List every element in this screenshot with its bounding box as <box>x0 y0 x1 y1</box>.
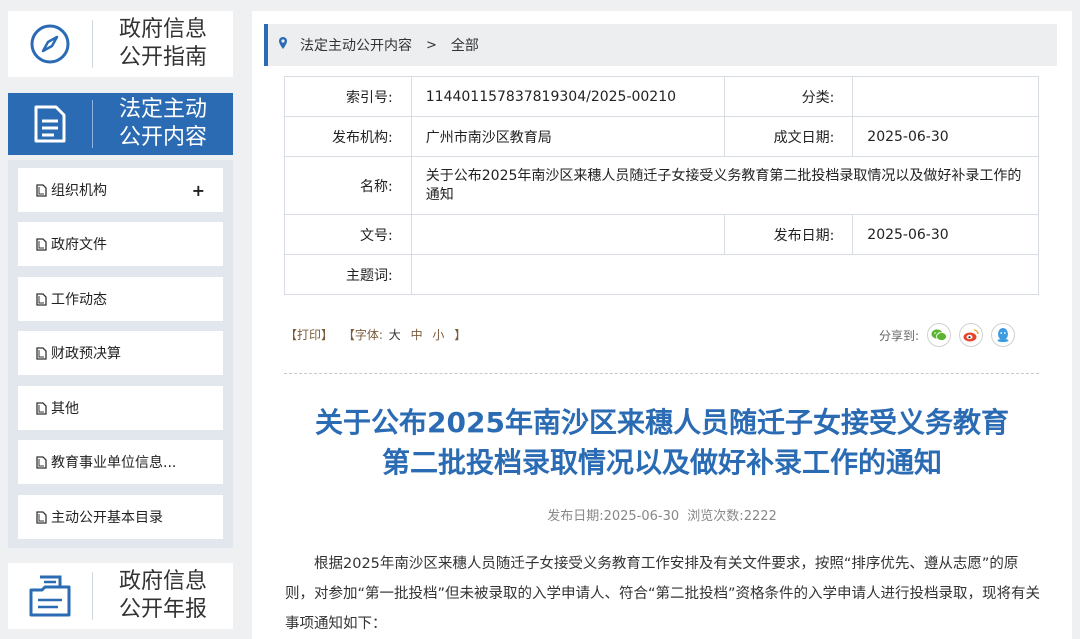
main-content: 法定主动公开内容 > 全部 索引号: 114401157837819304/20… <box>252 11 1072 639</box>
divider-dashed <box>284 373 1039 374</box>
article-body-paragraph: 根据2025年南沙区来穗人员随迁子女接受义务教育工作安排及有关文件要求，按照“排… <box>285 556 1041 632</box>
article-title-line1: 关于公布2025年南沙区来穗人员随迁子女接受义务教育 <box>315 406 1009 439</box>
share-bar: 分享到: <box>879 323 1016 347</box>
article-title: 关于公布2025年南沙区来穗人员随迁子女接受义务教育 第二批投档录取情况以及做好… <box>272 403 1052 483</box>
location-pin-icon <box>278 36 288 54</box>
breadcrumb-link-statutory[interactable]: 法定主动公开内容 <box>300 35 412 55</box>
article-tools: 【打印】 【字体: 大 中 小 】 <box>285 326 472 343</box>
pub-date-label: 发布日期: <box>547 509 604 524</box>
category-value <box>852 76 1039 117</box>
page-icon <box>36 183 47 197</box>
created-date-label: 成文日期: <box>723 116 854 157</box>
submenu-item-work-news[interactable]: 工作动态 <box>18 277 223 321</box>
document-metadata-table: 索引号: 114401157837819304/2025-00210 分类: 发… <box>284 76 1040 295</box>
views-count: 2222 <box>743 509 777 524</box>
submenu-item-label: 教育事业单位信息... <box>51 455 177 471</box>
font-size-prefix: 【字体: <box>342 328 383 342</box>
breadcrumb-separator: > <box>426 37 437 53</box>
page-icon <box>36 346 47 360</box>
submenu-item-other[interactable]: 其他 <box>18 386 223 430</box>
index-value: 114401157837819304/2025-00210 <box>410 76 725 117</box>
page-icon <box>36 237 47 251</box>
submenu-item-label: 工作动态 <box>51 292 107 308</box>
report-folder-icon <box>8 563 92 629</box>
subject-value <box>410 254 1040 295</box>
submenu-item-gov-documents[interactable]: 政府文件 <box>18 222 223 266</box>
name-value: 关于公布2025年南沙区来穗人员随迁子女接受义务教育第二批投档录取情况以及做好补… <box>410 156 1040 215</box>
submenu-item-organization[interactable]: 组织机构 + <box>18 168 223 212</box>
docno-label: 文号: <box>284 214 412 255</box>
pubdate-label: 发布日期: <box>723 214 854 255</box>
submenu-item-directory[interactable]: 主动公开基本目录 <box>18 495 223 539</box>
submenu-item-label: 其他 <box>51 401 79 417</box>
font-size-suffix: 】 <box>454 328 467 342</box>
wechat-icon[interactable] <box>927 323 952 347</box>
subject-label: 主题词: <box>284 254 412 295</box>
page-icon <box>36 455 47 469</box>
weibo-icon[interactable] <box>959 323 984 347</box>
breadcrumb-current[interactable]: 全部 <box>451 35 479 55</box>
nav-card-label: 政府信息 公开年报 <box>118 569 207 622</box>
docno-value <box>410 214 725 255</box>
submenu-item-label: 政府文件 <box>51 237 107 253</box>
page-icon <box>36 292 47 306</box>
views-label: 浏览次数: <box>687 509 744 524</box>
submenu-item-budget[interactable]: 财政预决算 <box>18 331 223 375</box>
publisher-value: 广州市南沙区教育局 <box>410 116 725 157</box>
name-label: 名称: <box>284 156 412 215</box>
nav-card-guide[interactable]: 政府信息 公开指南 <box>8 11 233 77</box>
article-title-line2: 第二批投档录取情况以及做好补录工作的通知 <box>381 446 942 479</box>
created-date-value: 2025-06-30 <box>852 116 1039 157</box>
submenu-item-label: 主动公开基本目录 <box>51 510 163 526</box>
submenu-item-label: 组织机构 <box>51 183 107 199</box>
sidebar: 政府信息 公开指南 法定主动 公开内容 组织机构 + 政府文件 工作动态 财政预… <box>0 0 245 639</box>
publisher-label: 发布机构: <box>284 116 412 157</box>
document-list-icon <box>8 93 92 155</box>
page-icon <box>36 401 47 415</box>
page-icon <box>36 510 47 524</box>
article-pubinfo: 发布日期:2025-06-30 浏览次数:2222 <box>252 505 1072 524</box>
pub-date-value: 2025-06-30 <box>603 509 680 524</box>
font-large-link[interactable]: 大 <box>389 328 401 342</box>
submenu-item-label: 财政预决算 <box>51 346 121 362</box>
share-label: 分享到: <box>879 328 920 343</box>
expand-plus-icon[interactable]: + <box>192 181 205 200</box>
print-link[interactable]: 【打印】 <box>285 328 333 342</box>
font-medium-link[interactable]: 中 <box>411 328 423 342</box>
breadcrumb: 法定主动公开内容 > 全部 <box>264 24 1057 66</box>
nav-card-annual-report[interactable]: 政府信息 公开年报 <box>8 563 233 629</box>
font-small-link[interactable]: 小 <box>432 328 444 342</box>
nav-card-label: 政府信息 公开指南 <box>118 17 207 70</box>
submenu: 组织机构 + 政府文件 工作动态 财政预决算 其他 教育事业单位信息... 主动… <box>8 160 233 548</box>
pubdate-value: 2025-06-30 <box>852 214 1039 255</box>
compass-icon <box>8 11 92 77</box>
nav-card-label: 法定主动 公开内容 <box>118 97 207 150</box>
nav-card-statutory-content[interactable]: 法定主动 公开内容 <box>8 93 233 155</box>
category-label: 分类: <box>723 76 854 117</box>
index-label: 索引号: <box>284 76 412 117</box>
submenu-item-education-units[interactable]: 教育事业单位信息... <box>18 440 223 484</box>
qq-icon[interactable] <box>991 323 1016 347</box>
